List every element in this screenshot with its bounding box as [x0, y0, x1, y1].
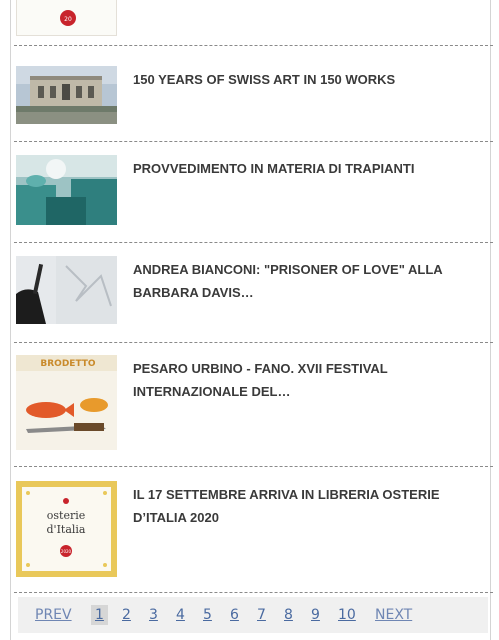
svg-text:2020: 2020 [61, 549, 72, 554]
pagination-bar [18, 597, 488, 633]
separator [14, 342, 493, 343]
next-page-link[interactable]: NEXT [375, 605, 412, 625]
svg-text:20: 20 [64, 16, 72, 23]
osterie-book-cover-icon: osterie d'Italia 2020 [16, 481, 117, 577]
article-title[interactable]: PROVVEDIMENTO IN MATERIA DI TRAPIANTI [133, 157, 485, 180]
page-link-1-current[interactable]: 1 [91, 605, 108, 625]
article-thumbnail[interactable] [16, 256, 117, 324]
artist-photo-icon [16, 256, 117, 324]
page-link-10[interactable]: 10 [338, 605, 356, 625]
svg-text:osterie: osterie [47, 509, 85, 522]
building-photo-icon [16, 66, 117, 124]
article-title[interactable]: ANDREA BIANCONI: "PRISONER OF LOVE" ALLA… [133, 258, 485, 304]
article-thumbnail[interactable] [16, 155, 117, 225]
page-link-2[interactable]: 2 [122, 605, 131, 625]
svg-text:BRODETTO: BRODETTO [40, 359, 96, 369]
page-link-4[interactable]: 4 [176, 605, 185, 625]
page-link-5[interactable]: 5 [203, 605, 212, 625]
article-thumbnail[interactable] [16, 66, 117, 124]
article-title[interactable]: PESARO URBINO - FANO. XVII FESTIVAL INTE… [133, 357, 485, 403]
article-thumbnail[interactable]: BRODETTO [16, 355, 117, 450]
page-link-7[interactable]: 7 [257, 605, 266, 625]
article-thumbnail[interactable]: osterie d'Italia 2020 [16, 481, 117, 577]
article-thumbnail[interactable]: 20 [16, 0, 117, 36]
page-link-3[interactable]: 3 [149, 605, 158, 625]
page-link-9[interactable]: 9 [311, 605, 320, 625]
separator [14, 242, 493, 243]
festival-poster-icon: BRODETTO [16, 355, 117, 450]
page-link-8[interactable]: 8 [284, 605, 293, 625]
surgery-photo-icon [16, 155, 117, 225]
separator [14, 45, 493, 46]
svg-text:d'Italia: d'Italia [47, 523, 86, 536]
osterie-badge-icon: 20 [60, 10, 76, 26]
separator [14, 592, 493, 593]
prev-page-link[interactable]: PREV [35, 605, 72, 625]
page-link-6[interactable]: 6 [230, 605, 239, 625]
article-title[interactable]: IL 17 SETTEMBRE ARRIVA IN LIBRERIA OSTER… [133, 483, 485, 529]
article-title[interactable]: 150 YEARS OF SWISS ART IN 150 WORKS [133, 68, 485, 91]
separator [14, 466, 493, 467]
separator [14, 141, 493, 142]
